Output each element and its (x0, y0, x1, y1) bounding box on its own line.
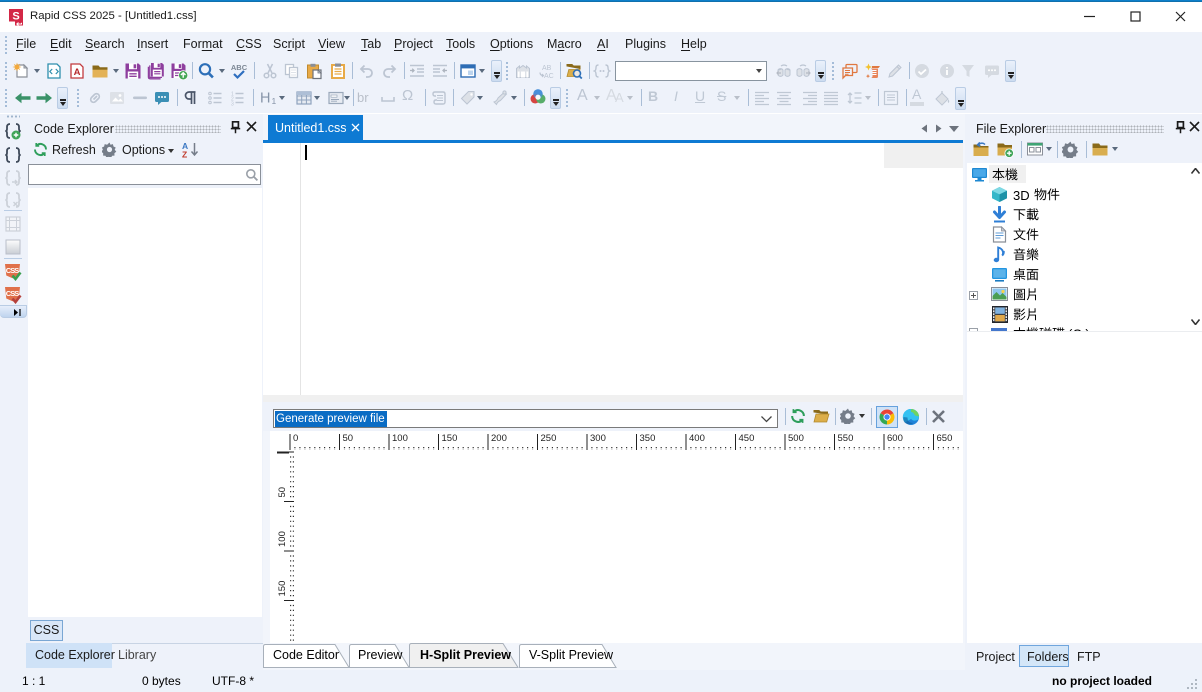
svg-text:50: 50 (343, 433, 354, 444)
svg-text:550: 550 (838, 433, 854, 444)
svg-text:S: S (12, 11, 19, 23)
svg-text:H: H (260, 91, 270, 107)
svg-text:100: 100 (277, 531, 288, 547)
svg-text:500: 500 (788, 433, 804, 444)
svg-text:350: 350 (640, 433, 656, 444)
svg-text:CSS: CSS (6, 266, 20, 275)
svg-text:100: 100 (392, 433, 408, 444)
svg-text:AB: AB (542, 65, 552, 72)
svg-text:AC: AC (544, 73, 554, 80)
svg-text:ABC: ABC (231, 63, 248, 72)
svg-text:0: 0 (293, 433, 298, 444)
svg-text:(C:): (C:) (1068, 327, 1090, 331)
svg-text:3: 3 (231, 102, 234, 108)
svg-text:50: 50 (277, 487, 288, 498)
svg-text:Z: Z (182, 150, 187, 159)
svg-text:CSS: CSS (6, 289, 20, 298)
svg-text:250: 250 (541, 433, 557, 444)
svg-text:300: 300 (590, 433, 606, 444)
svg-text:200: 200 (491, 433, 507, 444)
svg-text:400: 400 (689, 433, 705, 444)
svg-text:1: 1 (272, 96, 277, 106)
svg-text:450: 450 (739, 433, 755, 444)
svg-text:150: 150 (277, 581, 288, 597)
svg-text:650: 650 (937, 433, 953, 444)
svg-text:600: 600 (887, 433, 903, 444)
svg-text:150: 150 (442, 433, 458, 444)
svg-text:A: A (74, 67, 81, 78)
